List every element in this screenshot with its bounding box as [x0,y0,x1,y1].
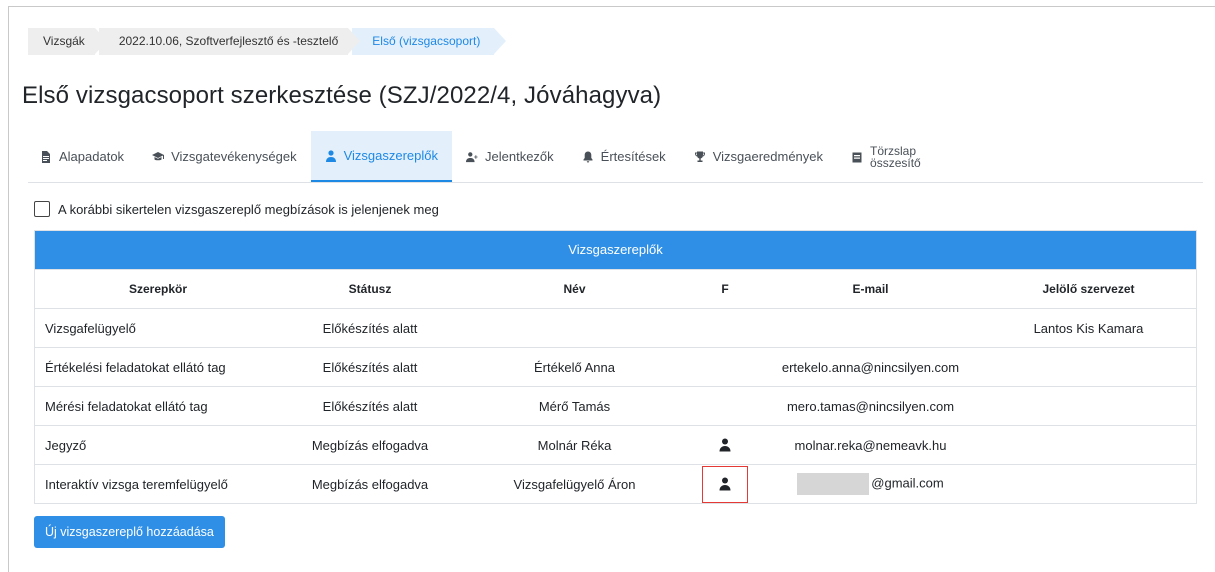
breadcrumb-item-group: Első (vizsgacsoport) [352,28,507,55]
person-icon[interactable] [718,477,732,491]
user-icon [325,149,337,162]
cell-f [690,387,760,425]
cell-name: Vizsgafelügyelő Áron [513,476,636,492]
cell-role: Mérési feladatokat ellátó tag [45,398,208,414]
cell-email: @gmail.com [760,473,981,495]
breadcrumb: Vizsgák 2022.10.06, Szoftverfejlesztő és… [28,28,507,55]
tab-exam-activities[interactable]: Vizsgatevékenységek [138,131,311,182]
column-header-role[interactable]: Szerepkör [35,282,281,296]
person-icon[interactable] [718,438,732,452]
email-domain: @gmail.com [871,475,944,491]
tab-label: Jelentkezők [485,149,554,164]
cell-f [690,426,760,464]
cell-status: Megbízás elfogadva [311,437,429,453]
cell-role: Értékelési feladatokat ellátó tag [45,359,226,375]
cell-email: molnar.reka@nemeavk.hu [794,437,947,453]
user-plus-icon [466,151,478,163]
cell-f [690,309,760,347]
bell-icon [582,151,594,163]
cell-status: Megbízás elfogadva [311,476,429,492]
show-failed-assignments-label: A korábbi sikertelen vizsgaszereplő megb… [58,201,439,217]
cell-organization: Lantos Kis Kamara [1033,320,1144,336]
tab-applicants[interactable]: Jelentkezők [452,131,568,182]
highlight-box [701,465,749,504]
add-participant-button[interactable]: Új vizsgaszereplő hozzáadása [34,516,225,548]
table-row[interactable]: Értékelési feladatokat ellátó tag Előkés… [35,347,1196,386]
cell-name: Molnár Réka [537,437,612,453]
redacted-block [797,473,870,495]
document-icon [40,150,52,163]
tab-basic-data[interactable]: Alapadatok [28,131,138,182]
column-header-status[interactable]: Státusz [281,282,459,296]
cell-role: Jegyző [45,437,87,453]
table-row[interactable]: Mérési feladatokat ellátó tag Előkészíté… [35,386,1196,425]
show-failed-assignments-checkbox[interactable] [34,201,50,217]
breadcrumb-item-exams[interactable]: Vizsgák [28,28,107,55]
cell-f [690,465,760,503]
tab-label: Vizsgatevékenységek [171,149,297,164]
tab-notifications[interactable]: Értesítések [568,131,680,182]
tab-label: Vizsgaszereplők [343,148,438,163]
tab-master-summary[interactable]: Törzslap összesítő [837,131,935,182]
cell-status: Előkészítés alatt [322,359,418,375]
tab-exam-results[interactable]: Vizsgaeredmények [680,131,837,182]
tab-exam-participants[interactable]: Vizsgaszereplők [310,131,452,182]
column-header-name[interactable]: Név [459,282,690,296]
cell-role: Vizsgafelügyelő [45,320,136,336]
breadcrumb-item-exam[interactable]: 2022.10.06, Szoftverfejlesztő és -teszte… [98,28,361,55]
cell-role: Interaktív vizsga teremfelügyelő [45,476,228,492]
table-title: Vizsgaszereplők [35,231,1196,269]
trophy-icon [694,151,706,163]
cell-email: mero.tamas@nincsilyen.com [786,398,955,414]
table-row[interactable]: Jegyző Megbízás elfogadva Molnár Réka mo… [35,425,1196,464]
page-title: Első vizsgacsoport szerkesztése (SZJ/202… [22,82,662,109]
cell-status: Előkészítés alatt [322,398,418,414]
graduation-cap-icon [152,151,165,163]
table-row[interactable]: Vizsgafelügyelő Előkészítés alatt Lantos… [35,308,1196,347]
table-row[interactable]: Interaktív vizsga teremfelügyelő Megbízá… [35,464,1196,503]
column-header-f[interactable]: F [690,270,760,308]
cell-email: ertekelo.anna@nincsilyen.com [781,359,960,375]
tab-bar: Alapadatok Vizsgatevékenységek Vizsgasze… [28,131,1203,183]
tab-label: Vizsgaeredmények [712,149,824,164]
tab-label: Alapadatok [59,149,125,164]
participants-table: Vizsgaszereplők Szerepkör Státusz Név F … [34,230,1197,504]
tab-label: Értesítések [600,149,666,164]
column-header-email[interactable]: E-mail [760,282,981,296]
cell-name: Mérő Tamás [538,398,611,414]
cell-status: Előkészítés alatt [322,320,418,336]
table-header-row: Szerepkör Státusz Név F E-mail Jelölő sz… [35,269,1196,308]
cell-f [690,348,760,386]
show-failed-assignments-option: A korábbi sikertelen vizsgaszereplő megb… [34,201,439,217]
column-header-organization[interactable]: Jelölő szervezet [981,282,1196,296]
tab-label: Törzslap összesítő [870,143,921,170]
cell-name: Értékelő Anna [534,359,615,375]
clipboard-icon [851,151,863,163]
